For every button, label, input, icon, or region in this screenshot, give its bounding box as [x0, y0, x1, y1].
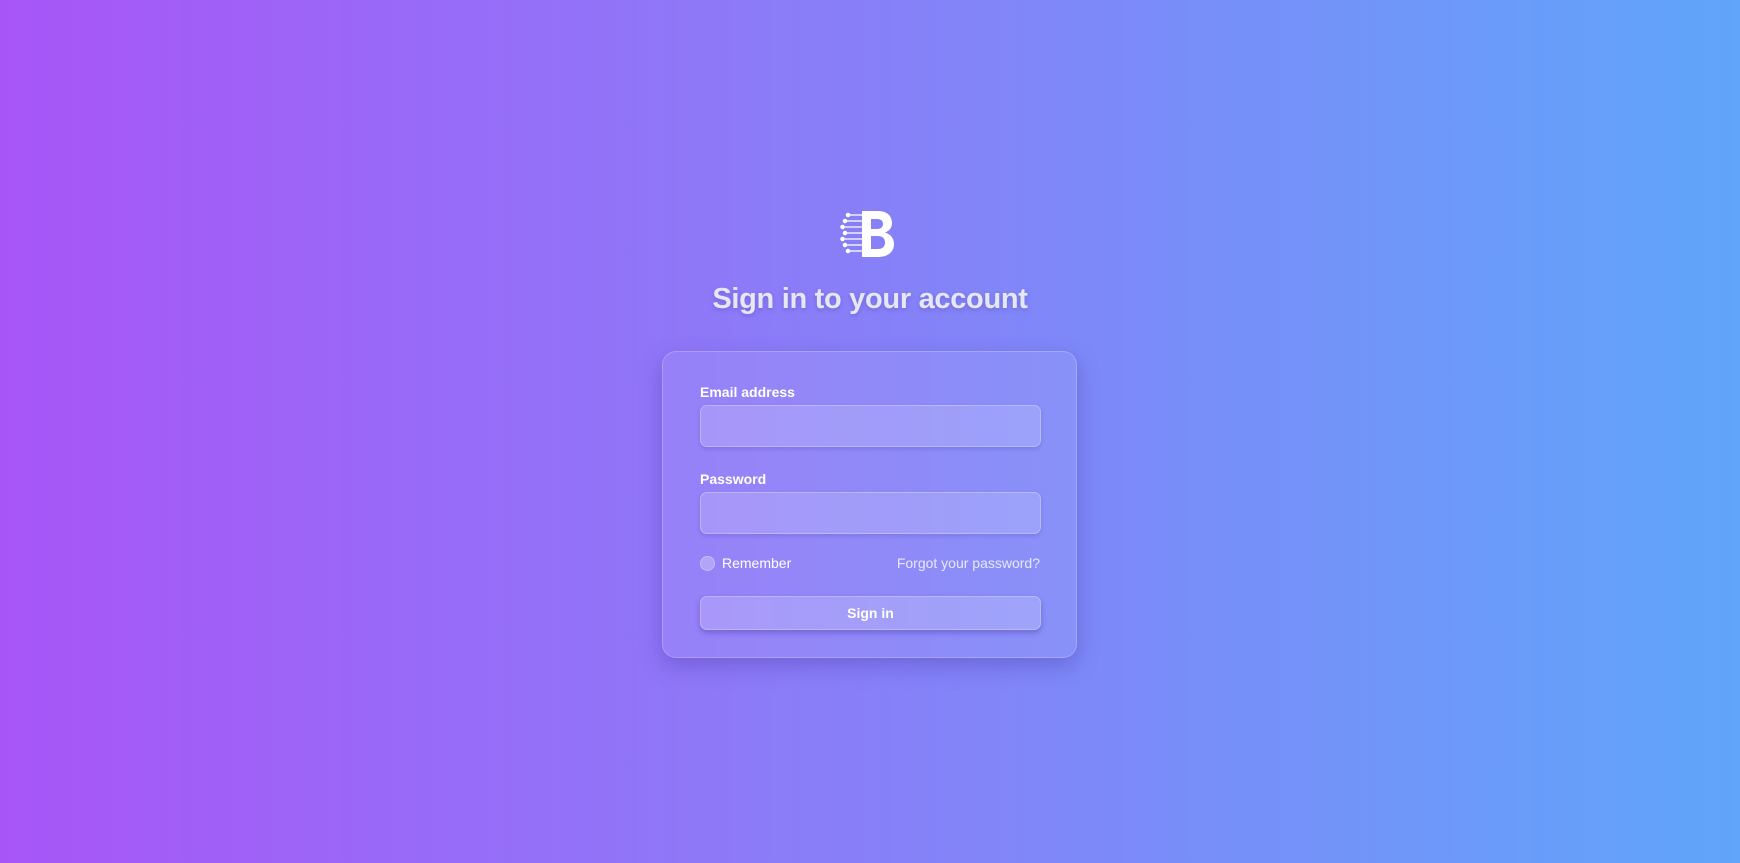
remember-toggle-icon[interactable] [700, 555, 715, 571]
password-label: Password [700, 471, 767, 487]
remember-label: Remember [722, 555, 792, 571]
email-input[interactable] [700, 405, 1041, 447]
sign-in-card: Email address Password Remember Forgot y… [662, 351, 1077, 658]
page-title: Sign in to your account [712, 283, 1028, 315]
password-input[interactable] [700, 492, 1041, 534]
email-label: Email address [700, 384, 795, 400]
brand-logo-icon [840, 208, 900, 260]
sign-in-button[interactable]: Sign in [700, 596, 1041, 630]
forgot-password-link[interactable]: Forgot your password? [897, 555, 1040, 571]
remember-checkbox[interactable]: Remember [700, 555, 791, 571]
